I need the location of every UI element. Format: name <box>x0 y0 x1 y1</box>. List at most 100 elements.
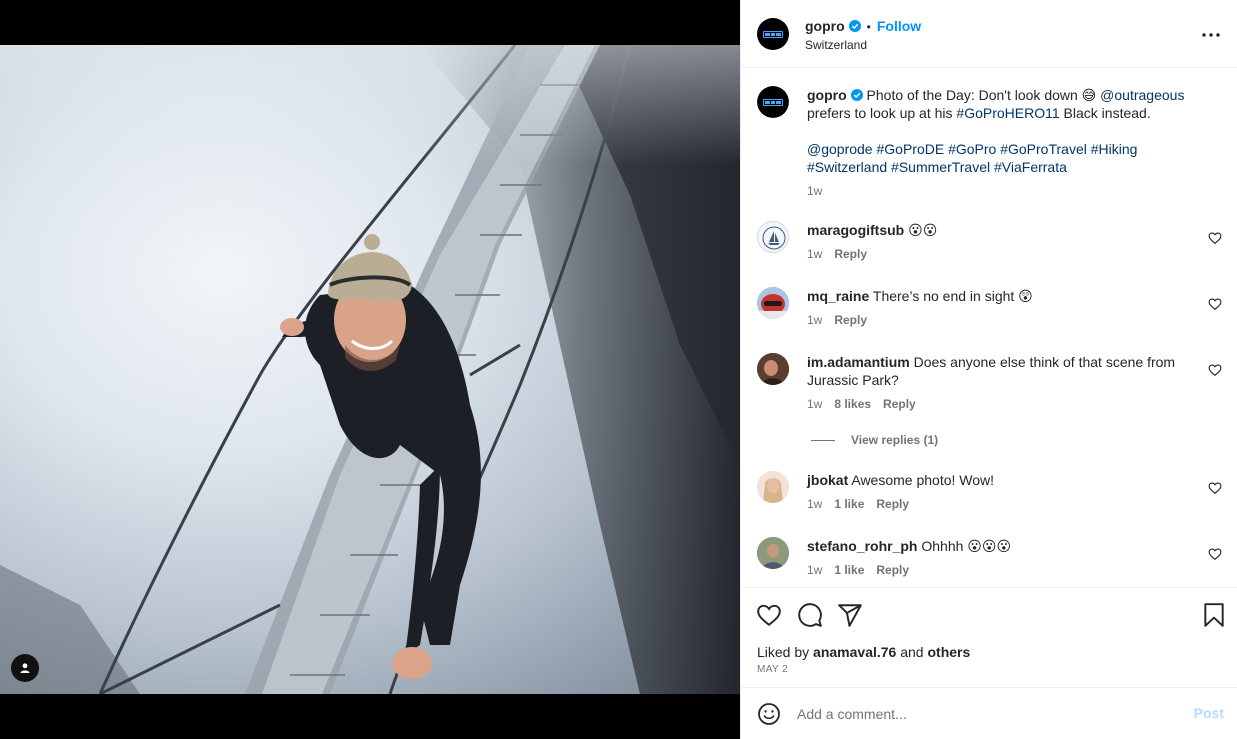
heart-icon[interactable] <box>1208 231 1222 245</box>
tagged-users-button[interactable] <box>11 654 39 682</box>
comment-meta: 1w Reply <box>807 311 1194 329</box>
gopro-logo-icon <box>763 30 783 38</box>
more-options-button[interactable] <box>1200 24 1222 46</box>
comment-composer: Post <box>741 689 1237 739</box>
view-replies-label: View replies (1) <box>851 433 939 447</box>
reply-button[interactable]: Reply <box>883 395 916 413</box>
comment-avatar[interactable] <box>757 353 789 385</box>
comment-time[interactable]: 1w <box>807 561 822 579</box>
gopro-avatar <box>757 86 789 118</box>
caption-tag[interactable]: #GoPro <box>948 141 996 157</box>
reply-button[interactable]: Reply <box>834 245 867 263</box>
caption-mention[interactable]: @outrageous <box>1100 87 1184 103</box>
heart-icon[interactable] <box>1208 481 1222 495</box>
caption-meta: 1w <box>807 182 1222 200</box>
post-location[interactable]: Switzerland <box>805 36 921 54</box>
bookmark-icon[interactable] <box>1201 602 1227 628</box>
follow-button[interactable]: Follow <box>877 18 921 34</box>
caption-tag[interactable]: #GoProTravel <box>1000 141 1087 157</box>
comment-time[interactable]: 1w <box>807 311 822 329</box>
caption-hashtag[interactable]: #GoProHERO11 <box>956 105 1059 121</box>
emoji-icon[interactable] <box>757 702 781 726</box>
reply-button[interactable]: Reply <box>876 561 909 579</box>
post-photo[interactable] <box>0 45 740 694</box>
comment-body: maragogiftsub 😮😮 1w Reply <box>807 221 1194 263</box>
liked-by-user[interactable]: anamaval.76 <box>813 644 896 660</box>
comment-time[interactable]: 1w <box>807 495 822 513</box>
helmet-avatar-icon <box>757 287 789 319</box>
comment-username[interactable]: jbokat <box>807 472 848 488</box>
liked-by-prefix: Liked by <box>757 644 810 660</box>
separator-dot: • <box>866 20 871 34</box>
caption-tag[interactable]: @goprode <box>807 141 873 157</box>
reply-button[interactable]: Reply <box>834 311 867 329</box>
caption-time[interactable]: 1w <box>807 182 822 200</box>
user-photo-icon <box>757 537 789 569</box>
user-photo-icon <box>757 353 789 385</box>
comment-username[interactable]: mq_raine <box>807 288 869 304</box>
comments-feed[interactable]: gopro Photo of the Day: Don't look down … <box>741 69 1237 587</box>
post-date[interactable]: MAY 2 <box>757 664 788 675</box>
comment-likes[interactable]: 8 likes <box>834 395 871 413</box>
comment-time[interactable]: 1w <box>807 245 822 263</box>
gopro-logo-icon <box>763 98 783 106</box>
caption-tag[interactable]: #Hiking <box>1091 141 1138 157</box>
photo-illustration <box>0 45 740 694</box>
heart-icon[interactable] <box>756 602 782 628</box>
comment-likes[interactable]: 1 like <box>834 495 864 513</box>
comment-meta: 1w 8 likes Reply <box>807 395 1194 413</box>
caption-text-1: Photo of the Day: Don't look down 😅 <box>866 87 1097 103</box>
liked-by-others[interactable]: others <box>927 644 970 660</box>
caption-username[interactable]: gopro <box>807 87 847 103</box>
caption-tag[interactable]: #GoProDE <box>876 141 944 157</box>
comment-avatar[interactable] <box>757 221 789 253</box>
comment-icon[interactable] <box>797 602 823 628</box>
caption-body: gopro Photo of the Day: Don't look down … <box>807 86 1222 200</box>
sailboat-logo-icon <box>762 226 786 250</box>
view-replies-line <box>811 439 835 441</box>
comment-body: im.adamantium Does anyone else think of … <box>807 353 1194 413</box>
comment-meta: 1w 1 like Reply <box>807 495 1194 513</box>
comment-meta: 1w Reply <box>807 245 1194 263</box>
comment-avatar[interactable] <box>757 537 789 569</box>
comment-body: jbokat Awesome photo! Wow! 1w 1 like Rep… <box>807 471 1194 513</box>
caption-text: gopro Photo of the Day: Don't look down … <box>807 86 1222 122</box>
comment-meta: 1w 1 like Reply <box>807 561 1194 579</box>
heart-icon[interactable] <box>1208 547 1222 561</box>
post-button[interactable]: Post <box>1194 705 1224 721</box>
heart-icon[interactable] <box>1208 297 1222 311</box>
comment-username[interactable]: im.adamantium <box>807 354 910 370</box>
heart-icon[interactable] <box>1208 363 1222 377</box>
comment-body: stefano_rohr_ph Ohhhh 😮😮😮 1w 1 like Repl… <box>807 537 1194 579</box>
verified-badge-icon <box>848 20 861 32</box>
comment-avatar[interactable] <box>757 287 789 319</box>
action-bar: Liked by anamaval.76 and others MAY 2 <box>741 587 1237 688</box>
comment-avatar[interactable] <box>757 471 789 503</box>
post-header: gopro • Follow Switzerland <box>741 0 1237 68</box>
caption-tag[interactable]: #Switzerland <box>807 159 887 175</box>
comment-body: mq_raine There’s no end in sight 😲 1w Re… <box>807 287 1194 329</box>
author-username[interactable]: gopro <box>805 18 845 34</box>
comment-text: Awesome photo! Wow! <box>851 472 995 488</box>
more-options-icon <box>1202 33 1220 37</box>
caption-text-2: prefers to look up at his <box>807 105 953 121</box>
comment-text: There’s no end in sight 😲 <box>872 288 1033 304</box>
liked-by: Liked by anamaval.76 and others <box>757 644 970 660</box>
caption-tags: @goprode #GoProDE #GoPro #GoProTravel #H… <box>807 140 1222 176</box>
reply-button[interactable]: Reply <box>876 495 909 513</box>
comment-text: Ohhhh 😮😮😮 <box>921 538 1012 554</box>
caption-tag[interactable]: #SummerTravel <box>891 159 990 175</box>
liked-by-and: and <box>900 644 924 660</box>
comment-input[interactable] <box>797 701 1177 727</box>
share-icon[interactable] <box>837 602 863 628</box>
comment-likes[interactable]: 1 like <box>834 561 864 579</box>
view-replies-button[interactable]: View replies (1) <box>811 433 938 447</box>
caption-tag[interactable]: #ViaFerrata <box>994 159 1067 175</box>
comment-username[interactable]: maragogiftsub <box>807 222 904 238</box>
avatar[interactable] <box>757 18 789 50</box>
comment-time[interactable]: 1w <box>807 395 822 413</box>
user-photo-icon <box>757 471 789 503</box>
post-sidebar: gopro • Follow Switzerland gopro Photo of … <box>740 0 1237 739</box>
caption-avatar[interactable] <box>757 86 789 118</box>
comment-username[interactable]: stefano_rohr_ph <box>807 538 917 554</box>
